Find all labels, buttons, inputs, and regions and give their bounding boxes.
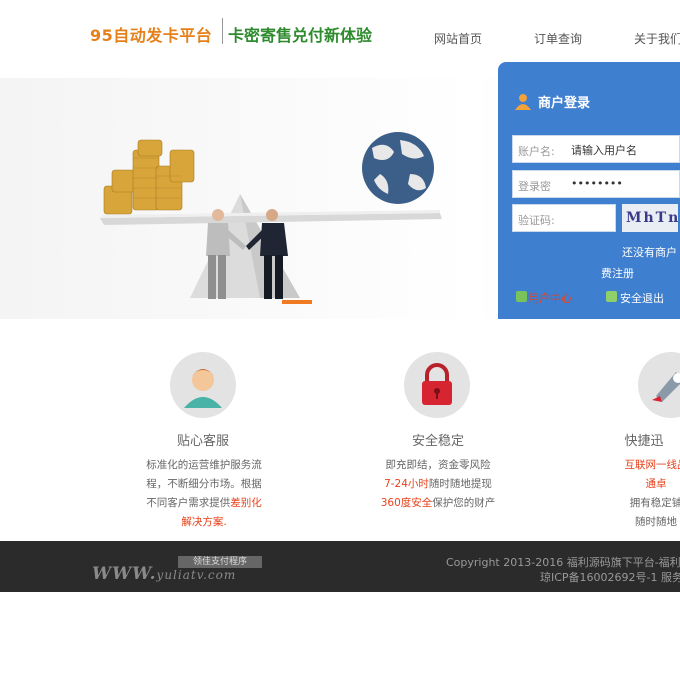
feature-support-line: 不同客户需求提供差别化 xyxy=(146,497,262,509)
nav-about[interactable]: 关于我们 xyxy=(634,30,680,47)
hero-illustration xyxy=(100,132,442,304)
logout-icon xyxy=(606,291,617,302)
feature-speed-line: 通卓 xyxy=(645,478,667,490)
captcha-image[interactable]: MhTnI xyxy=(622,204,678,232)
user-center-icon xyxy=(516,291,527,302)
captcha-label: 验证码: xyxy=(518,214,555,227)
merchant-user-icon xyxy=(515,94,531,110)
captcha-field[interactable]: 验证码: xyxy=(512,204,616,232)
feature-speed-icon xyxy=(638,352,680,418)
feature-security-line: 7-24小时随时随地提现 xyxy=(384,478,492,490)
feature-speed-desc: 互联网一线品 通卓 拥有稳定铺 随时随地 xyxy=(576,456,680,532)
feature-security-line: 即充即结，资金零风险 xyxy=(385,459,491,471)
feature-speed-title: 快捷迅 xyxy=(624,434,664,449)
login-title: 商户登录 xyxy=(538,96,591,111)
nav-order-query[interactable]: 订单查询 xyxy=(534,30,582,47)
feature-security-title: 安全稳定 xyxy=(411,434,464,449)
username-label: 账户名: xyxy=(518,145,555,158)
password-input[interactable]: •••••••• xyxy=(571,177,623,190)
feature-support-line: 程，不断细分市场。根据 xyxy=(146,478,262,490)
feature-security-line: 360度安全保护您的财产 xyxy=(380,497,496,509)
password-field[interactable]: 登录密 •••••••• xyxy=(512,170,680,198)
username-field[interactable]: 账户名: 请输入用户名 xyxy=(512,135,680,163)
feature-security-desc: 即充即结，资金零风险 7-24小时随时随地提现 360度安全保护您的财产 xyxy=(358,456,518,513)
footer: 领佳支付程序 WWW.yuliatv.com Copyright 2013-20… xyxy=(0,541,680,592)
feature-support-desc: 标准化的运营维护服务流 程，不断细分市场。根据 不同客户需求提供差别化 解决方案… xyxy=(124,456,284,532)
feature-support-icon xyxy=(170,352,236,418)
username-input[interactable]: 请输入用户名 xyxy=(571,142,637,158)
register-prompt: 还没有商户 xyxy=(622,246,677,259)
user-center-link[interactable]: 用户中心 xyxy=(528,290,572,306)
footer-copyright: Copyright 2013-2016 福利源码旗下平台-福利- xyxy=(446,556,680,569)
merchant-login-panel: 商户登录 账户名: 请输入用户名 登录密 •••••••• 验证码: MhTnI… xyxy=(498,62,680,319)
site-slogan: 卡密寄售兑付新体验 xyxy=(228,26,373,45)
register-link[interactable]: 费注册 xyxy=(601,265,634,281)
footer-icp[interactable]: 琼ICP备16002692号-1 服务 xyxy=(540,569,680,585)
feature-speed-line: 拥有稳定铺 xyxy=(629,497,680,509)
footer-logo: WWW.yuliatv.com xyxy=(92,564,237,584)
feature-support-line: 标准化的运营维护服务流 xyxy=(146,459,262,471)
feature-speed-line: 随时随地 xyxy=(635,516,677,528)
feature-support-line: 解决方案. xyxy=(181,516,227,528)
feature-speed-line: 互联网一线品 xyxy=(624,459,680,471)
password-label: 登录密 xyxy=(518,180,551,193)
logout-link[interactable]: 安全退出 xyxy=(620,290,664,306)
nav-home[interactable]: 网站首页 xyxy=(434,30,482,47)
feature-support-title: 贴心客服 xyxy=(176,434,229,449)
site-brand[interactable]: 95自动发卡平台 xyxy=(90,22,212,46)
brand-divider xyxy=(222,18,223,44)
feature-security-icon xyxy=(404,352,470,418)
